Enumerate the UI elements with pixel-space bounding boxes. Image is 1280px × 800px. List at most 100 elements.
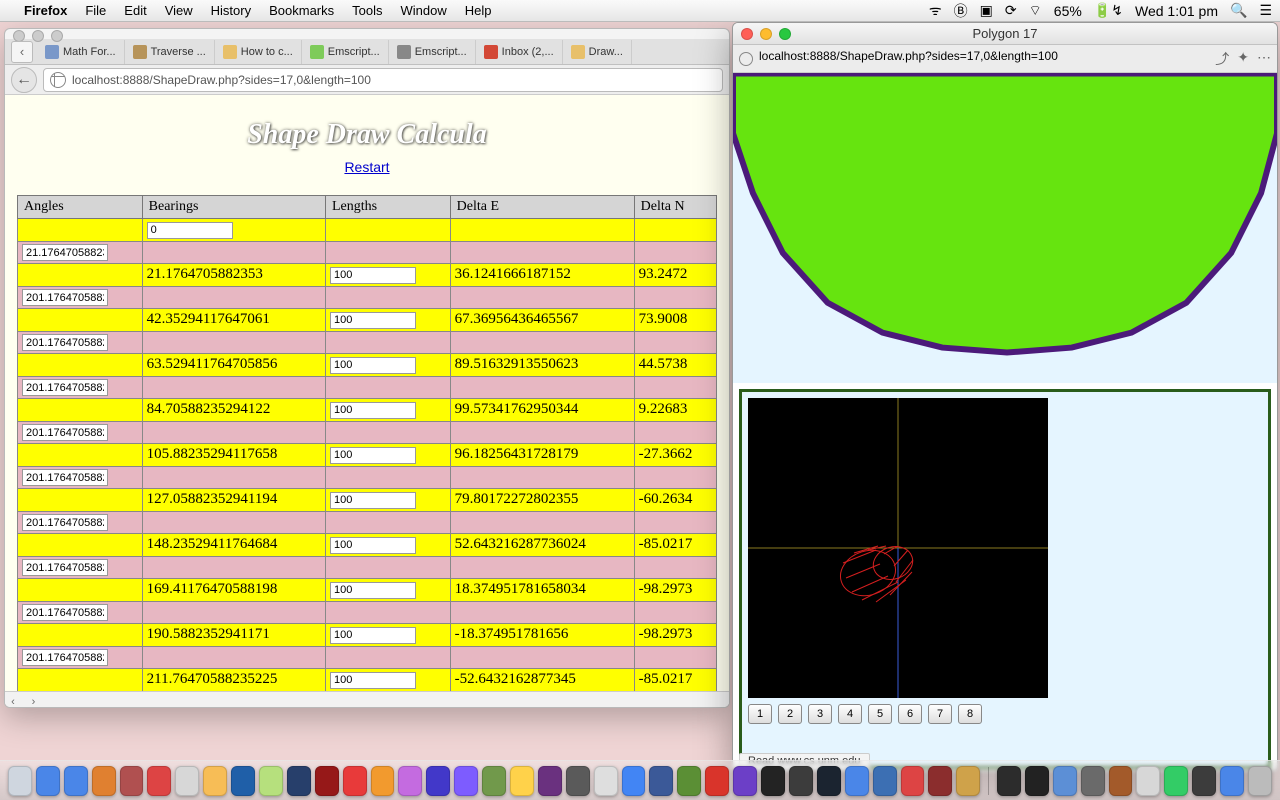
dock-app-icon[interactable] (566, 766, 590, 796)
dock-app-icon[interactable] (928, 766, 952, 796)
menu-bookmarks[interactable]: Bookmarks (269, 3, 334, 18)
dock-app-icon[interactable] (36, 766, 60, 796)
frame-button-8[interactable]: 8 (958, 704, 982, 724)
nav-back-button[interactable]: ← (11, 67, 37, 93)
dock-app-icon[interactable] (997, 766, 1021, 796)
dock-app-icon[interactable] (649, 766, 673, 796)
dock-app-icon[interactable] (1164, 766, 1188, 796)
angle-input[interactable] (22, 334, 108, 351)
more-icon[interactable]: ⋯ (1257, 49, 1271, 69)
angle-input[interactable] (22, 469, 108, 486)
angle-input[interactable] (22, 424, 108, 441)
length-input[interactable] (330, 537, 416, 554)
dock-app-icon[interactable] (817, 766, 841, 796)
sync-icon[interactable]: ⟳ (1005, 2, 1017, 19)
length-input[interactable] (330, 357, 416, 374)
dock-app-icon[interactable] (175, 766, 199, 796)
dock-app-icon[interactable] (1136, 766, 1160, 796)
menu-help[interactable]: Help (465, 3, 492, 18)
dock-app-icon[interactable] (371, 766, 395, 796)
battery-icon[interactable]: 🔋↯ (1094, 2, 1123, 19)
frame-button-5[interactable]: 5 (868, 704, 892, 724)
bookmark-icon[interactable]: ✦ (1237, 49, 1249, 69)
dock-app-icon[interactable] (956, 766, 980, 796)
length-input[interactable] (330, 672, 416, 689)
display-icon[interactable]: ▣ (980, 2, 993, 19)
angle-input[interactable] (22, 289, 108, 306)
scroll-left-icon[interactable]: ‹ (5, 694, 21, 708)
dock-app-icon[interactable] (733, 766, 757, 796)
dock-app-icon[interactable] (426, 766, 450, 796)
clock[interactable]: Wed 1:01 pm (1135, 3, 1218, 19)
dock-app-icon[interactable] (1220, 766, 1244, 796)
url-input[interactable]: localhost:8888/ShapeDraw.php?sides=17,0&… (43, 68, 723, 92)
dock-app-icon[interactable] (287, 766, 311, 796)
length-input[interactable] (330, 402, 416, 419)
status-scrollbar[interactable]: ‹ › (5, 691, 729, 707)
b-icon[interactable]: Ⓑ (954, 1, 968, 21)
frame-button-1[interactable]: 1 (748, 704, 772, 724)
length-input[interactable] (330, 582, 416, 599)
length-input[interactable] (330, 627, 416, 644)
scroll-right-icon[interactable]: › (25, 694, 41, 708)
dock-app-icon[interactable] (761, 766, 785, 796)
browser-tab[interactable]: Math For... (37, 40, 125, 64)
length-input[interactable] (330, 267, 416, 284)
dock-app-icon[interactable] (1025, 766, 1049, 796)
angle-input[interactable] (22, 604, 108, 621)
frame-button-4[interactable]: 4 (838, 704, 862, 724)
menubar-app[interactable]: Firefox (24, 3, 67, 18)
dock-app-icon[interactable] (873, 766, 897, 796)
dock-app-icon[interactable] (259, 766, 283, 796)
dock-app-icon[interactable] (482, 766, 506, 796)
length-input[interactable] (330, 447, 416, 464)
browser-tab[interactable]: Emscript... (389, 40, 476, 64)
angle-input[interactable] (22, 514, 108, 531)
browser-tab[interactable]: Traverse ... (125, 40, 215, 64)
reader-icon[interactable]: ⤴︎ (1215, 49, 1229, 69)
dock-app-icon[interactable] (789, 766, 813, 796)
angle-input[interactable] (22, 649, 108, 666)
dock-app-icon[interactable] (705, 766, 729, 796)
dock-app-icon[interactable] (343, 766, 367, 796)
dock-app-icon[interactable] (92, 766, 116, 796)
wifi-icon[interactable]: ᯤ (929, 1, 942, 20)
dock-app-icon[interactable] (1109, 766, 1133, 796)
notifications-icon[interactable]: ☰ (1259, 2, 1272, 19)
dock-app-icon[interactable] (1081, 766, 1105, 796)
dock-app-icon[interactable] (147, 766, 171, 796)
menu-history[interactable]: History (211, 3, 251, 18)
menu-tools[interactable]: Tools (352, 3, 382, 18)
dock-app-icon[interactable] (203, 766, 227, 796)
angle-input[interactable] (22, 244, 108, 261)
browser-tab[interactable]: Inbox (2,... (476, 40, 563, 64)
dock-app-icon[interactable] (398, 766, 422, 796)
length-input[interactable] (330, 312, 416, 329)
dock-app-icon[interactable] (1248, 766, 1272, 796)
tab-back-button[interactable]: ‹ (11, 41, 33, 63)
dock-app-icon[interactable] (64, 766, 88, 796)
menu-window[interactable]: Window (401, 3, 447, 18)
angle-input[interactable] (22, 559, 108, 576)
dock-app-icon[interactable] (1192, 766, 1216, 796)
dock-app-icon[interactable] (901, 766, 925, 796)
dock-app-icon[interactable] (120, 766, 144, 796)
frame-button-3[interactable]: 3 (808, 704, 832, 724)
dock-app-icon[interactable] (231, 766, 255, 796)
spotlight-icon[interactable]: 🔍 (1230, 2, 1247, 19)
menu-view[interactable]: View (165, 3, 193, 18)
secondary-url-input[interactable]: localhost:8888/ShapeDraw.php?sides=17,0&… (759, 49, 1209, 69)
angle-input[interactable] (22, 379, 108, 396)
bearing-input[interactable] (147, 222, 233, 239)
menu-file[interactable]: File (85, 3, 106, 18)
frame-button-6[interactable]: 6 (898, 704, 922, 724)
frame-button-7[interactable]: 7 (928, 704, 952, 724)
dock-app-icon[interactable] (315, 766, 339, 796)
dock-app-icon[interactable] (677, 766, 701, 796)
dock-app-icon[interactable] (594, 766, 618, 796)
browser-tab[interactable]: Draw... (563, 40, 632, 64)
dock-app-icon[interactable] (510, 766, 534, 796)
browser-tab[interactable]: How to c... (215, 40, 302, 64)
length-input[interactable] (330, 492, 416, 509)
render-viewport[interactable] (748, 398, 1048, 698)
